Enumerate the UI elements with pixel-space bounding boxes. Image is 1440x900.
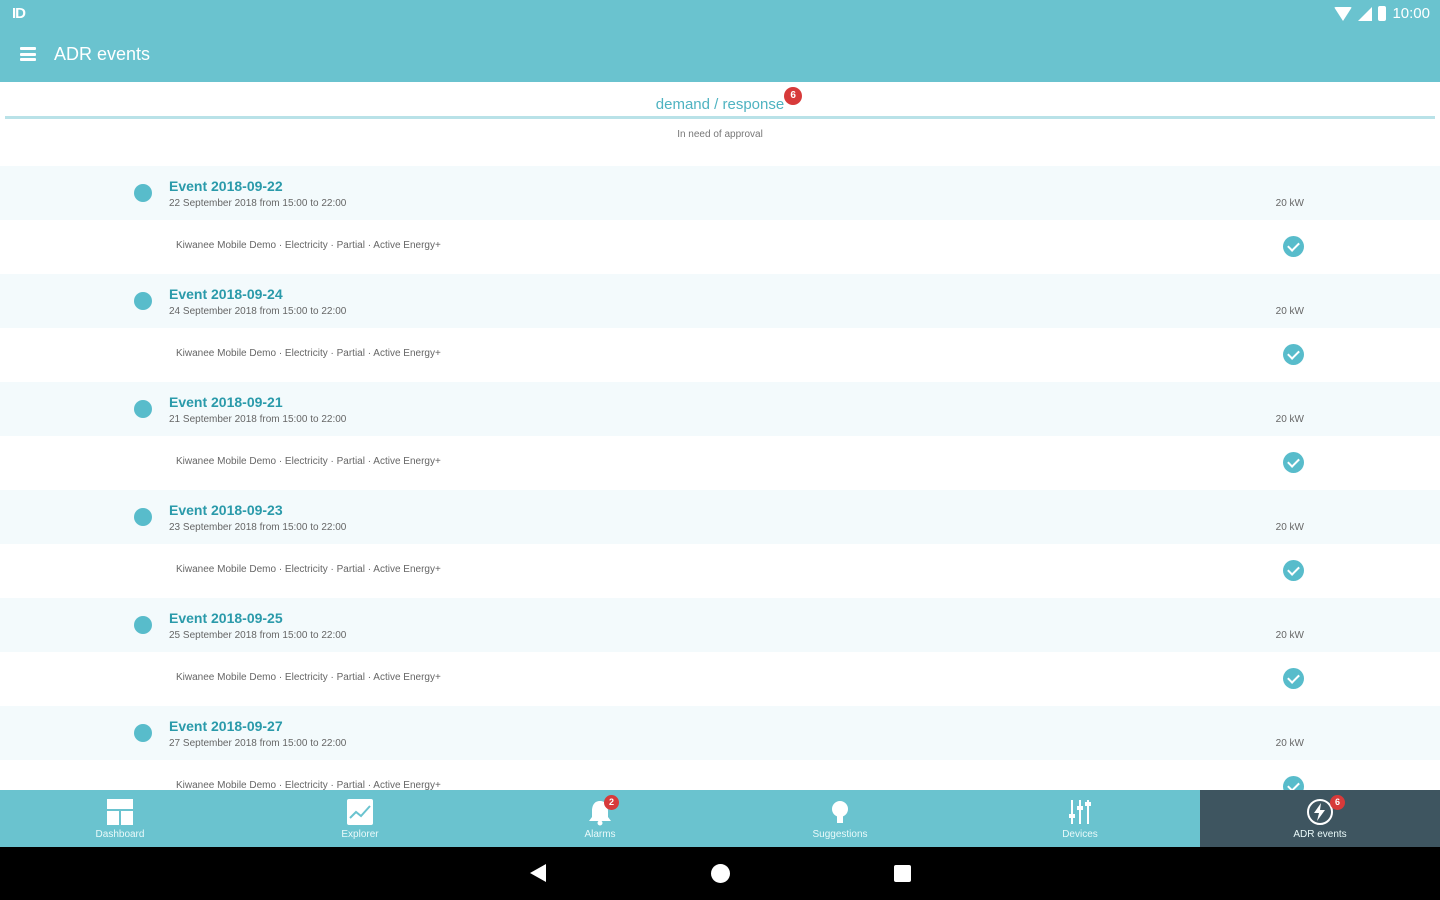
tab-badge: 6	[784, 87, 803, 105]
event-status-dot	[134, 724, 152, 742]
nav-label: Devices	[1062, 829, 1098, 840]
event-detail-row: Kiwanee Mobile Demo · Electricity · Part…	[0, 328, 1440, 382]
nav-label: Dashboard	[95, 829, 145, 840]
notification-icon: ID	[12, 5, 26, 22]
menu-icon[interactable]	[20, 47, 36, 61]
recents-icon[interactable]	[894, 865, 911, 882]
event-detail: Kiwanee Mobile Demo · Electricity · Part…	[176, 672, 441, 683]
event-power: 20 kW	[1275, 738, 1304, 749]
event-header[interactable]: Event 2018-09-22 22 September 2018 from …	[0, 166, 1440, 220]
event-title: Event 2018-09-25	[169, 610, 283, 626]
event-item: Event 2018-09-25 25 September 2018 from …	[0, 598, 1440, 706]
event-header[interactable]: Event 2018-09-23 23 September 2018 from …	[0, 490, 1440, 544]
event-detail-row: Kiwanee Mobile Demo · Electricity · Part…	[0, 652, 1440, 706]
event-detail: Kiwanee Mobile Demo · Electricity · Part…	[176, 564, 441, 575]
event-detail: Kiwanee Mobile Demo · Electricity · Part…	[176, 780, 441, 790]
page-title: ADR events	[54, 44, 151, 64]
tab-subtitle: In need of approval	[677, 129, 763, 140]
tab-area: demand / response 6 In need of approval	[0, 82, 1440, 166]
wifi-icon	[1334, 6, 1353, 21]
nav-adr-events[interactable]: 6 ADR events	[1200, 790, 1440, 847]
nav-devices[interactable]: Devices	[960, 790, 1200, 847]
cellular-icon	[1358, 6, 1373, 21]
approve-check-icon[interactable]	[1283, 668, 1304, 689]
event-title: Event 2018-09-22	[169, 178, 283, 194]
event-detail-row: Kiwanee Mobile Demo · Electricity · Part…	[0, 544, 1440, 598]
event-item: Event 2018-09-23 23 September 2018 from …	[0, 490, 1440, 598]
event-header[interactable]: Event 2018-09-21 21 September 2018 from …	[0, 382, 1440, 436]
nav-label: ADR events	[1293, 829, 1347, 840]
approve-check-icon[interactable]	[1283, 344, 1304, 365]
approve-check-icon[interactable]	[1283, 452, 1304, 473]
nav-label: Explorer	[341, 829, 379, 840]
event-header[interactable]: Event 2018-09-24 24 September 2018 from …	[0, 274, 1440, 328]
event-title: Event 2018-09-21	[169, 394, 283, 410]
event-header[interactable]: Event 2018-09-25 25 September 2018 from …	[0, 598, 1440, 652]
nav-label: Alarms	[584, 829, 616, 840]
home-icon[interactable]	[711, 864, 730, 883]
event-detail-row: Kiwanee Mobile Demo · Electricity · Part…	[0, 220, 1440, 274]
event-detail: Kiwanee Mobile Demo · Electricity · Part…	[176, 348, 441, 359]
status-time: 10:00	[1392, 5, 1430, 22]
event-status-dot	[134, 400, 152, 418]
event-date: 23 September 2018 from 15:00 to 22:00	[169, 522, 347, 533]
tab-indicator	[5, 116, 1435, 119]
alarms-badge: 2	[604, 795, 619, 810]
status-bar: ID 10:00	[0, 0, 1440, 28]
event-list[interactable]: Event 2018-09-22 22 September 2018 from …	[0, 166, 1440, 790]
event-title: Event 2018-09-24	[169, 286, 283, 302]
event-detail-row: Kiwanee Mobile Demo · Electricity · Part…	[0, 760, 1440, 790]
tab-label: demand / response	[655, 96, 785, 113]
event-status-dot	[134, 184, 152, 202]
event-detail-row: Kiwanee Mobile Demo · Electricity · Part…	[0, 436, 1440, 490]
approve-check-icon[interactable]	[1283, 560, 1304, 581]
event-power: 20 kW	[1275, 198, 1304, 209]
system-nav-bar	[0, 847, 1440, 900]
event-item: Event 2018-09-24 24 September 2018 from …	[0, 274, 1440, 382]
lightbulb-icon	[832, 801, 848, 823]
nav-dashboard[interactable]: Dashboard	[0, 790, 240, 847]
event-status-dot	[134, 292, 152, 310]
explorer-icon	[347, 799, 373, 825]
event-status-dot	[134, 508, 152, 526]
back-icon[interactable]	[530, 864, 546, 882]
event-power: 20 kW	[1275, 414, 1304, 425]
event-date: 21 September 2018 from 15:00 to 22:00	[169, 414, 347, 425]
event-power: 20 kW	[1275, 522, 1304, 533]
event-item: Event 2018-09-22 22 September 2018 from …	[0, 166, 1440, 274]
event-header[interactable]: Event 2018-09-27 27 September 2018 from …	[0, 706, 1440, 760]
dashboard-icon	[107, 799, 133, 825]
event-item: Event 2018-09-27 27 September 2018 from …	[0, 706, 1440, 790]
bottom-nav: Dashboard Explorer 2 Alarms Suggestions	[0, 790, 1440, 847]
adr-badge: 6	[1330, 795, 1345, 810]
approve-check-icon[interactable]	[1283, 236, 1304, 257]
event-item: Event 2018-09-21 21 September 2018 from …	[0, 382, 1440, 490]
tab-demand-response[interactable]: demand / response 6	[0, 87, 1440, 113]
nav-alarms[interactable]: 2 Alarms	[480, 790, 720, 847]
sliders-icon	[1069, 800, 1091, 824]
battery-icon	[1378, 6, 1387, 21]
event-date: 24 September 2018 from 15:00 to 22:00	[169, 306, 347, 317]
status-indicators: 10:00	[1334, 5, 1430, 22]
event-status-dot	[134, 616, 152, 634]
event-title: Event 2018-09-23	[169, 502, 283, 518]
event-date: 27 September 2018 from 15:00 to 22:00	[169, 738, 347, 749]
event-date: 25 September 2018 from 15:00 to 22:00	[169, 630, 347, 641]
nav-label: Suggestions	[812, 829, 868, 840]
event-detail: Kiwanee Mobile Demo · Electricity · Part…	[176, 240, 441, 251]
nav-explorer[interactable]: Explorer	[240, 790, 480, 847]
event-power: 20 kW	[1275, 630, 1304, 641]
app-bar: ADR events	[0, 28, 1440, 82]
event-detail: Kiwanee Mobile Demo · Electricity · Part…	[176, 456, 441, 467]
approve-check-icon[interactable]	[1283, 776, 1304, 790]
event-date: 22 September 2018 from 15:00 to 22:00	[169, 198, 347, 209]
nav-suggestions[interactable]: Suggestions	[720, 790, 960, 847]
event-title: Event 2018-09-27	[169, 718, 283, 734]
event-power: 20 kW	[1275, 306, 1304, 317]
